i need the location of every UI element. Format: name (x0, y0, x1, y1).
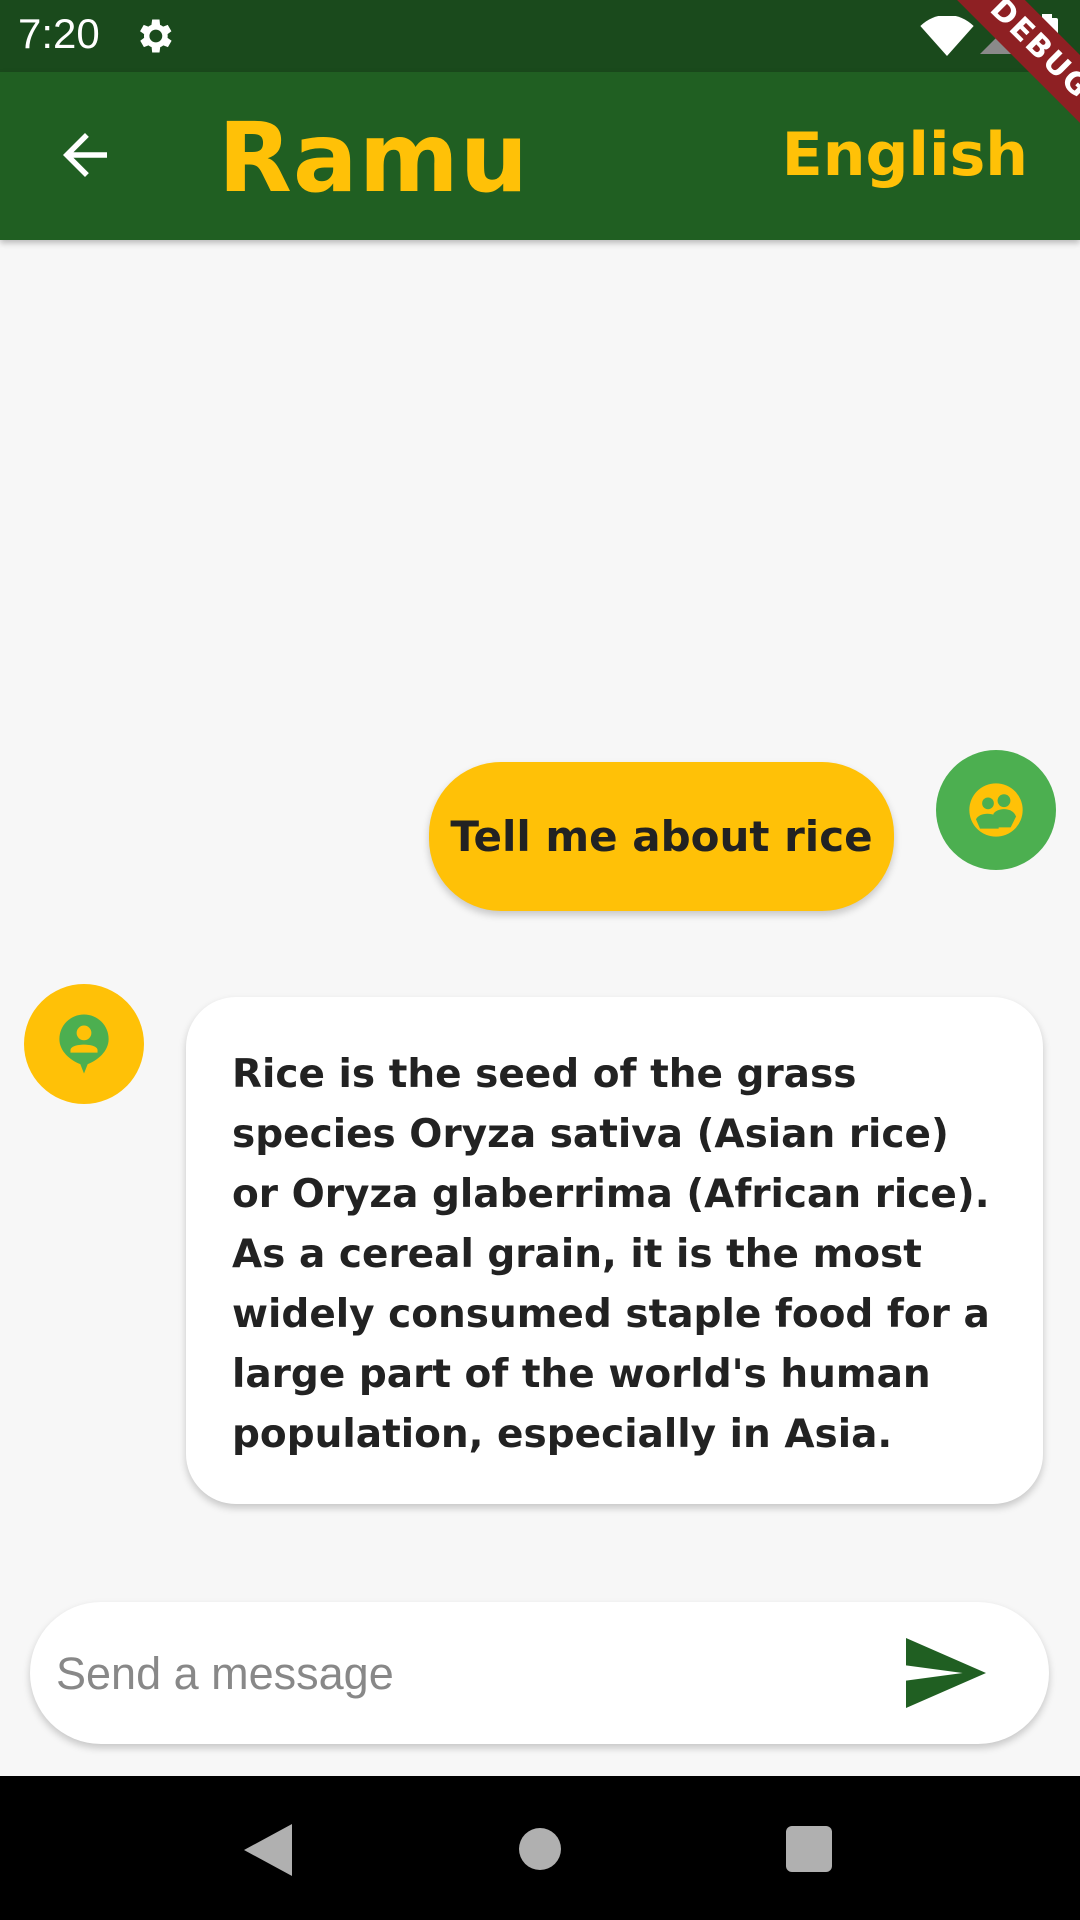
message-input[interactable] (54, 1624, 878, 1724)
status-time: 7:20 (18, 10, 100, 57)
user-message-text: Tell me about rice (450, 812, 873, 861)
user-message-bubble: Tell me about rice (429, 762, 894, 911)
wifi-icon (920, 16, 974, 56)
app-title: Ramu (218, 102, 530, 214)
bot-avatar-icon (24, 984, 144, 1104)
send-icon[interactable] (906, 1638, 986, 1708)
bot-message-text: Rice is the seed of the grass species Or… (232, 1052, 990, 1457)
home-circle-icon[interactable] (519, 1828, 561, 1870)
message-composer (30, 1602, 1049, 1744)
user-avatar-glyph (969, 783, 1023, 837)
recents-square-icon[interactable] (786, 1826, 832, 1872)
system-nav-bar (0, 1776, 1080, 1920)
user-avatar-icon (936, 750, 1056, 870)
app-bar: Ramu English (0, 72, 1080, 240)
language-selector[interactable]: English (782, 120, 1028, 190)
gear-icon (140, 19, 172, 53)
arrow-left-icon[interactable] (52, 122, 118, 188)
back-triangle-icon[interactable] (244, 1824, 292, 1876)
bot-avatar-glyph (59, 1014, 109, 1074)
bot-message-bubble: Rice is the seed of the grass species Or… (186, 997, 1043, 1504)
status-bar: 7:20 (0, 0, 1080, 72)
